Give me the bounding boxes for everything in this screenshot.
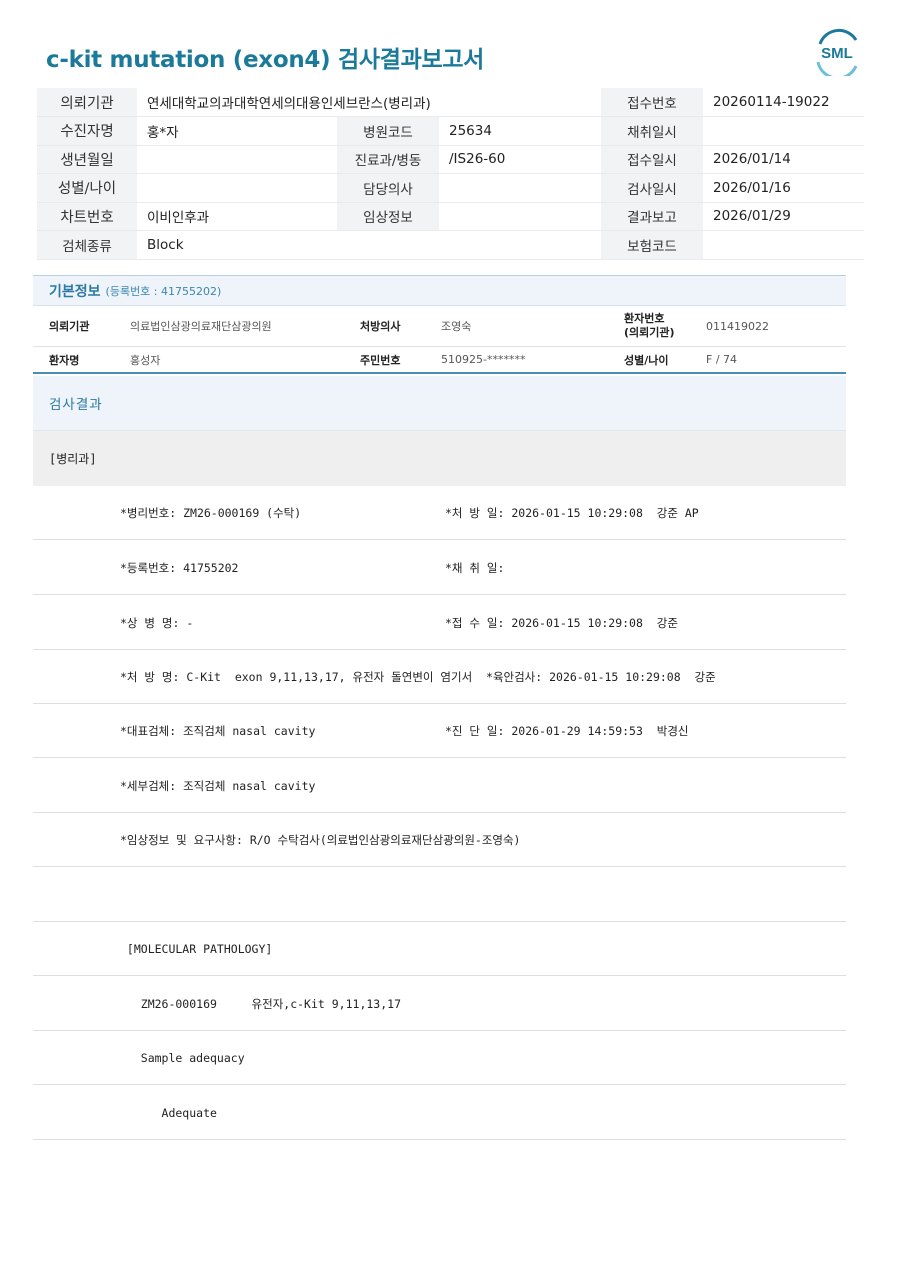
sample-adequacy-value: Adequate bbox=[120, 1105, 217, 1120]
report-title: c-kit mutation (exon4) 검사결과보고서 bbox=[46, 47, 485, 73]
label-collection-date: 채취일시 bbox=[601, 116, 703, 146]
info-row: 생년월일 진료과/병동 /IS26-60 접수일시 2026/01/14 bbox=[37, 145, 864, 174]
value-patient-name: 홍성자 bbox=[130, 353, 161, 367]
value-resident-number: 510925-******* bbox=[441, 353, 526, 366]
info-row: 검체종류 Block 보험코드 bbox=[37, 230, 864, 260]
value-requesting-org: 의료법인삼광의료재단삼광의원 bbox=[130, 320, 272, 333]
label-patient-number-line1: 환자번호 bbox=[624, 312, 665, 325]
molecular-pathology-heading: [MOLECULAR PATHOLOGY] bbox=[120, 941, 273, 956]
label-sex-age: 성별/나이 bbox=[624, 353, 669, 367]
result-line: Adequate bbox=[33, 1086, 846, 1140]
result-line: *상 병 명: - *접 수 일: 2026-01-15 10:29:08 강준 bbox=[33, 596, 846, 650]
value-insurance-code bbox=[703, 230, 864, 260]
result-line: *세부검체: 조직검체 nasal cavity bbox=[33, 759, 846, 813]
molecular-test-line: ZM26-000169 유전자,c-Kit 9,11,13,17 bbox=[120, 996, 401, 1011]
basic-info-row: 의뢰기관 의료법인삼광의료재단삼광의원 처방의사 조영숙 환자번호 (의뢰기관)… bbox=[33, 306, 846, 347]
label-birthdate: 생년월일 bbox=[37, 145, 137, 174]
value-receipt-no: 20260114-19022 bbox=[703, 88, 864, 117]
result-line: *대표검체: 조직검체 nasal cavity *진 단 일: 2026-01… bbox=[33, 704, 846, 758]
label-patient-number-line2: (의뢰기관) bbox=[624, 326, 675, 339]
label-insurance-code: 보험코드 bbox=[601, 230, 703, 260]
result-line: Sample adequacy bbox=[33, 1031, 846, 1085]
value-hospital-code: 25634 bbox=[439, 116, 601, 146]
result-heading: 검사결과 bbox=[33, 376, 846, 431]
result-line: *임상정보 및 요구사항: R/O 수탁검사(의료법인삼광의료재단삼광의원-조영… bbox=[33, 813, 846, 867]
result-line-right: *접 수 일: 2026-01-15 10:29:08 강준 bbox=[445, 615, 678, 630]
info-row: 차트번호 이비인후과 임상정보 결과보고 2026/01/29 bbox=[37, 202, 864, 231]
label-result-report: 결과보고 bbox=[601, 202, 703, 231]
result-line-right: *처 방 일: 2026-01-15 10:29:08 강준 AP bbox=[445, 505, 699, 520]
value-result-report: 2026/01/29 bbox=[703, 202, 864, 231]
info-row: 수진자명 홍*자 병원코드 25634 채취일시 bbox=[37, 116, 864, 146]
label-receipt-no: 접수번호 bbox=[601, 88, 703, 117]
value-collection-date bbox=[703, 116, 864, 146]
result-line-right: *채 취 일: bbox=[445, 560, 505, 575]
label-clinical-info: 임상정보 bbox=[337, 202, 439, 231]
value-clinical-info bbox=[439, 202, 601, 231]
label-receipt-date: 접수일시 bbox=[601, 145, 703, 174]
label-doctor: 담당의사 bbox=[337, 173, 439, 203]
value-birthdate bbox=[137, 145, 337, 174]
label-chart-no: 차트번호 bbox=[37, 202, 137, 231]
label-specimen-type: 검체종류 bbox=[37, 230, 137, 260]
value-doctor bbox=[439, 173, 601, 203]
value-requesting-org: 연세대학교의과대학연세의대용인세브란스(병리과) bbox=[137, 88, 601, 117]
result-line-left: *병리번호: ZM26-000169 (수탁) bbox=[120, 505, 302, 520]
basic-info-panel: 기본정보 (등록번호 : 41755202) 의뢰기관 의료법인삼광의료재단삼광… bbox=[33, 275, 846, 374]
value-receipt-date: 2026/01/14 bbox=[703, 145, 864, 174]
info-row: 성별/나이 담당의사 검사일시 2026/01/16 bbox=[37, 173, 864, 203]
value-chart-no: 이비인후과 bbox=[137, 202, 337, 231]
value-prescribing-doctor: 조영숙 bbox=[441, 320, 472, 333]
result-line: ZM26-000169 유전자,c-Kit 9,11,13,17 bbox=[33, 977, 846, 1031]
department-heading: [병리과] bbox=[33, 431, 846, 486]
result-line-left: *대표검체: 조직검체 nasal cavity bbox=[120, 723, 316, 738]
label-requesting-org: 의뢰기관 bbox=[49, 320, 90, 333]
result-line: [MOLECULAR PATHOLOGY] bbox=[33, 922, 846, 976]
result-line: *처 방 명: C-Kit exon 9,11,13,17, 유전자 돌연변이 … bbox=[33, 650, 846, 704]
label-hospital-code: 병원코드 bbox=[337, 116, 439, 146]
sample-adequacy-label: Sample adequacy bbox=[120, 1050, 245, 1065]
label-test-date: 검사일시 bbox=[601, 173, 703, 203]
value-department: /IS26-60 bbox=[439, 145, 601, 174]
result-line: *등록번호: 41755202 *채 취 일: bbox=[33, 541, 846, 595]
result-line-left: *임상정보 및 요구사항: R/O 수탁검사(의료법인삼광의료재단삼광의원-조영… bbox=[120, 832, 521, 847]
label-patient-name: 환자명 bbox=[49, 353, 80, 367]
value-patient-name: 홍*자 bbox=[137, 116, 337, 146]
label-requesting-org: 의뢰기관 bbox=[37, 88, 137, 117]
result-line-left: *처 방 명: C-Kit exon 9,11,13,17, 유전자 돌연변이 … bbox=[120, 669, 716, 684]
patient-info-table: 의뢰기관 연세대학교의과대학연세의대용인세브란스(병리과) 접수번호 20260… bbox=[37, 88, 864, 260]
result-line: *병리번호: ZM26-000169 (수탁) *처 방 일: 2026-01-… bbox=[33, 486, 846, 540]
basic-info-row: 환자명 홍성자 주민번호 510925-******* 성별/나이 F / 74 bbox=[33, 347, 846, 374]
label-prescribing-doctor: 처방의사 bbox=[360, 320, 401, 333]
result-line-blank bbox=[33, 868, 846, 922]
sml-logo: SML bbox=[816, 28, 858, 76]
logo-text: SML bbox=[821, 45, 853, 62]
registration-number: (등록번호 : 41755202) bbox=[105, 284, 222, 298]
value-patient-number: 011419022 bbox=[706, 319, 769, 333]
value-specimen-type: Block bbox=[137, 230, 601, 260]
basic-info-title: 기본정보 bbox=[49, 283, 101, 300]
result-line-left: *세부검체: 조직검체 nasal cavity bbox=[120, 778, 316, 793]
basic-info-header: 기본정보 (등록번호 : 41755202) bbox=[33, 275, 846, 306]
label-department: 진료과/병동 bbox=[337, 145, 439, 174]
value-sex-age bbox=[137, 173, 337, 203]
result-line-left: *상 병 명: - bbox=[120, 615, 194, 630]
label-resident-number: 주민번호 bbox=[360, 353, 401, 367]
value-test-date: 2026/01/16 bbox=[703, 173, 864, 203]
label-sex-age: 성별/나이 bbox=[37, 173, 137, 203]
result-line-right: *진 단 일: 2026-01-29 14:59:53 박경신 bbox=[445, 723, 689, 738]
info-row: 의뢰기관 연세대학교의과대학연세의대용인세브란스(병리과) 접수번호 20260… bbox=[37, 88, 864, 117]
result-line-left: *등록번호: 41755202 bbox=[120, 560, 239, 575]
value-sex-age: F / 74 bbox=[706, 353, 738, 366]
label-patient-name: 수진자명 bbox=[37, 116, 137, 146]
label-patient-number: 환자번호 (의뢰기관) bbox=[624, 312, 706, 340]
